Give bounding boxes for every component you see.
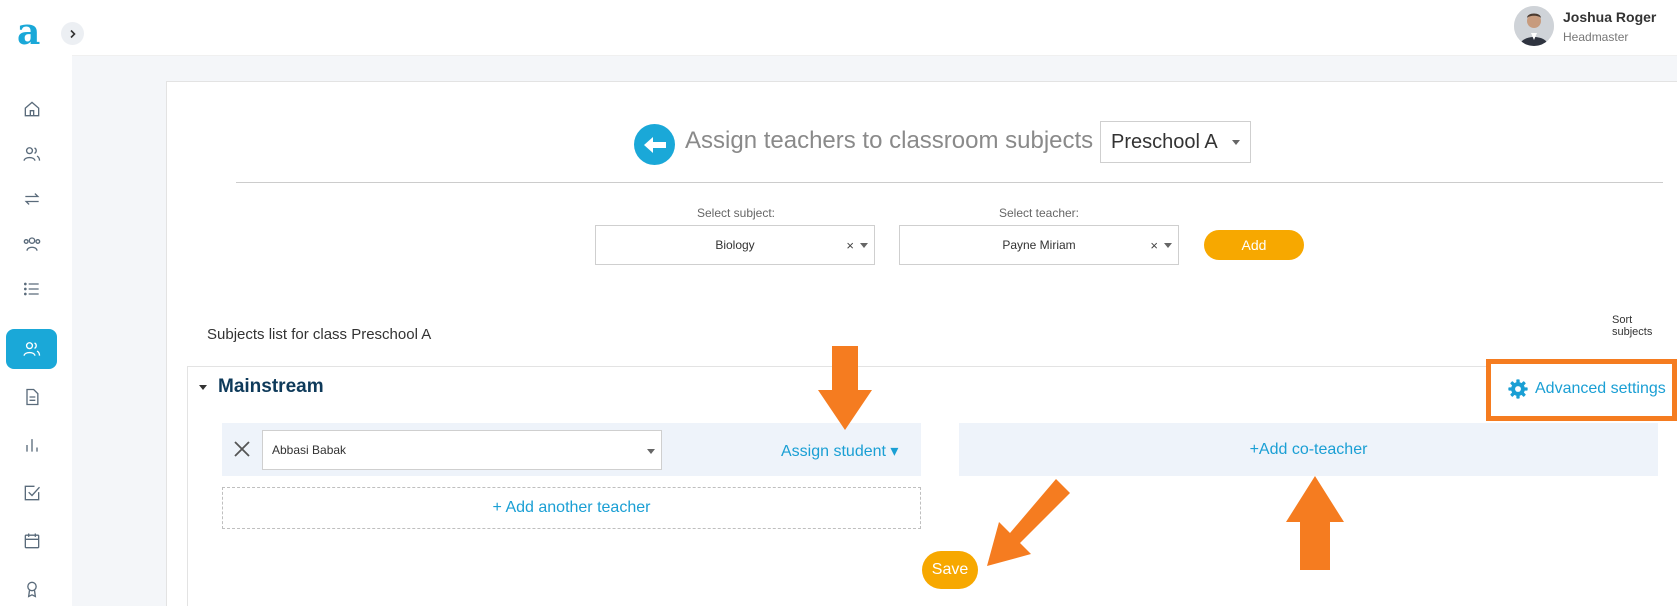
clear-teacher-icon[interactable]: × [1150, 238, 1158, 253]
save-button[interactable]: Save [922, 551, 978, 589]
gear-icon [1508, 379, 1528, 399]
teachers-icon [22, 342, 40, 356]
collapse-caret-icon[interactable] [199, 385, 207, 390]
sidebar-item-calendar[interactable] [6, 521, 57, 561]
class-select-value: Preschool A [1111, 130, 1218, 153]
chevron-down-icon [860, 243, 868, 248]
add-another-teacher-button[interactable]: + Add another teacher [222, 487, 921, 529]
sort-subjects-button[interactable]: Sort subjects [1612, 314, 1652, 338]
subject-label: Select subject: [696, 206, 776, 220]
sidebar: a [0, 0, 72, 606]
chevron-right-icon [69, 29, 76, 38]
sidebar-item-tasks[interactable] [6, 473, 57, 513]
sidebar-item-teachers[interactable] [6, 329, 57, 369]
back-button[interactable] [634, 124, 675, 165]
class-select[interactable]: Preschool A [1100, 121, 1251, 163]
sidebar-item-documents[interactable] [6, 377, 57, 417]
subjects-list-title: Subjects list for class Preschool A [207, 326, 432, 343]
award-icon [26, 581, 37, 598]
list-icon [23, 282, 39, 296]
sidebar-item-groups[interactable] [6, 224, 57, 264]
teacher-select[interactable]: Payne Miriam × [899, 225, 1179, 265]
advanced-settings-link[interactable]: Advanced settings [1507, 378, 1666, 400]
chevron-down-icon [1232, 140, 1240, 145]
assign-student-dropdown[interactable]: Assign student ▾ [781, 441, 898, 461]
chevron-down-icon [647, 449, 655, 454]
chart-icon [25, 439, 38, 452]
add-button[interactable]: Add [1204, 230, 1304, 260]
document-icon [25, 388, 38, 406]
sidebar-item-awards[interactable] [6, 569, 57, 606]
sort-label-line-2: subjects [1612, 326, 1653, 338]
add-coteacher-label: +Add co-teacher [1249, 440, 1368, 458]
sort-label-line-1: Sort [1612, 314, 1633, 326]
teacher-select-value: Payne Miriam [1002, 238, 1076, 252]
assigned-teacher-select[interactable]: Abbasi Babak [262, 430, 662, 470]
clear-subject-icon[interactable]: × [846, 238, 854, 253]
sidebar-item-users[interactable] [6, 134, 57, 174]
transfer-icon [24, 193, 39, 205]
sidebar-item-reports[interactable] [6, 425, 57, 465]
assigned-teacher-value: Abbasi Babak [272, 443, 347, 457]
sidebar-toggle-button[interactable] [61, 22, 84, 45]
calendar-icon [24, 533, 39, 549]
user-name: Joshua Roger [1563, 9, 1657, 25]
teacher-label: Select teacher: [998, 206, 1080, 220]
remove-teacher-icon[interactable] [233, 440, 251, 458]
advanced-settings-label: Advanced settings [1535, 380, 1666, 397]
group-icon [23, 237, 40, 251]
arrow-left-icon [643, 136, 666, 153]
home-icon [24, 101, 39, 117]
sidebar-item-home[interactable] [6, 89, 57, 129]
user-photo-icon [1514, 6, 1554, 46]
header-divider [236, 182, 1663, 183]
top-bar [72, 0, 1677, 56]
checkbox-icon [24, 485, 40, 501]
users-icon [22, 147, 40, 161]
page-title: Assign teachers to classroom subjects [685, 127, 1094, 154]
app-logo[interactable]: a [17, 14, 40, 50]
sidebar-item-transfer[interactable] [6, 179, 57, 219]
subject-select-value: Biology [715, 238, 755, 252]
group-title: Mainstream [218, 376, 324, 397]
add-another-teacher-label: + Add another teacher [492, 499, 651, 516]
avatar[interactable] [1514, 6, 1554, 46]
chevron-down-icon [1164, 243, 1172, 248]
subject-select[interactable]: Biology × [595, 225, 875, 265]
add-coteacher-button[interactable]: +Add co-teacher [959, 423, 1658, 476]
user-role: Headmaster [1563, 30, 1629, 44]
sidebar-item-list[interactable] [6, 269, 57, 309]
